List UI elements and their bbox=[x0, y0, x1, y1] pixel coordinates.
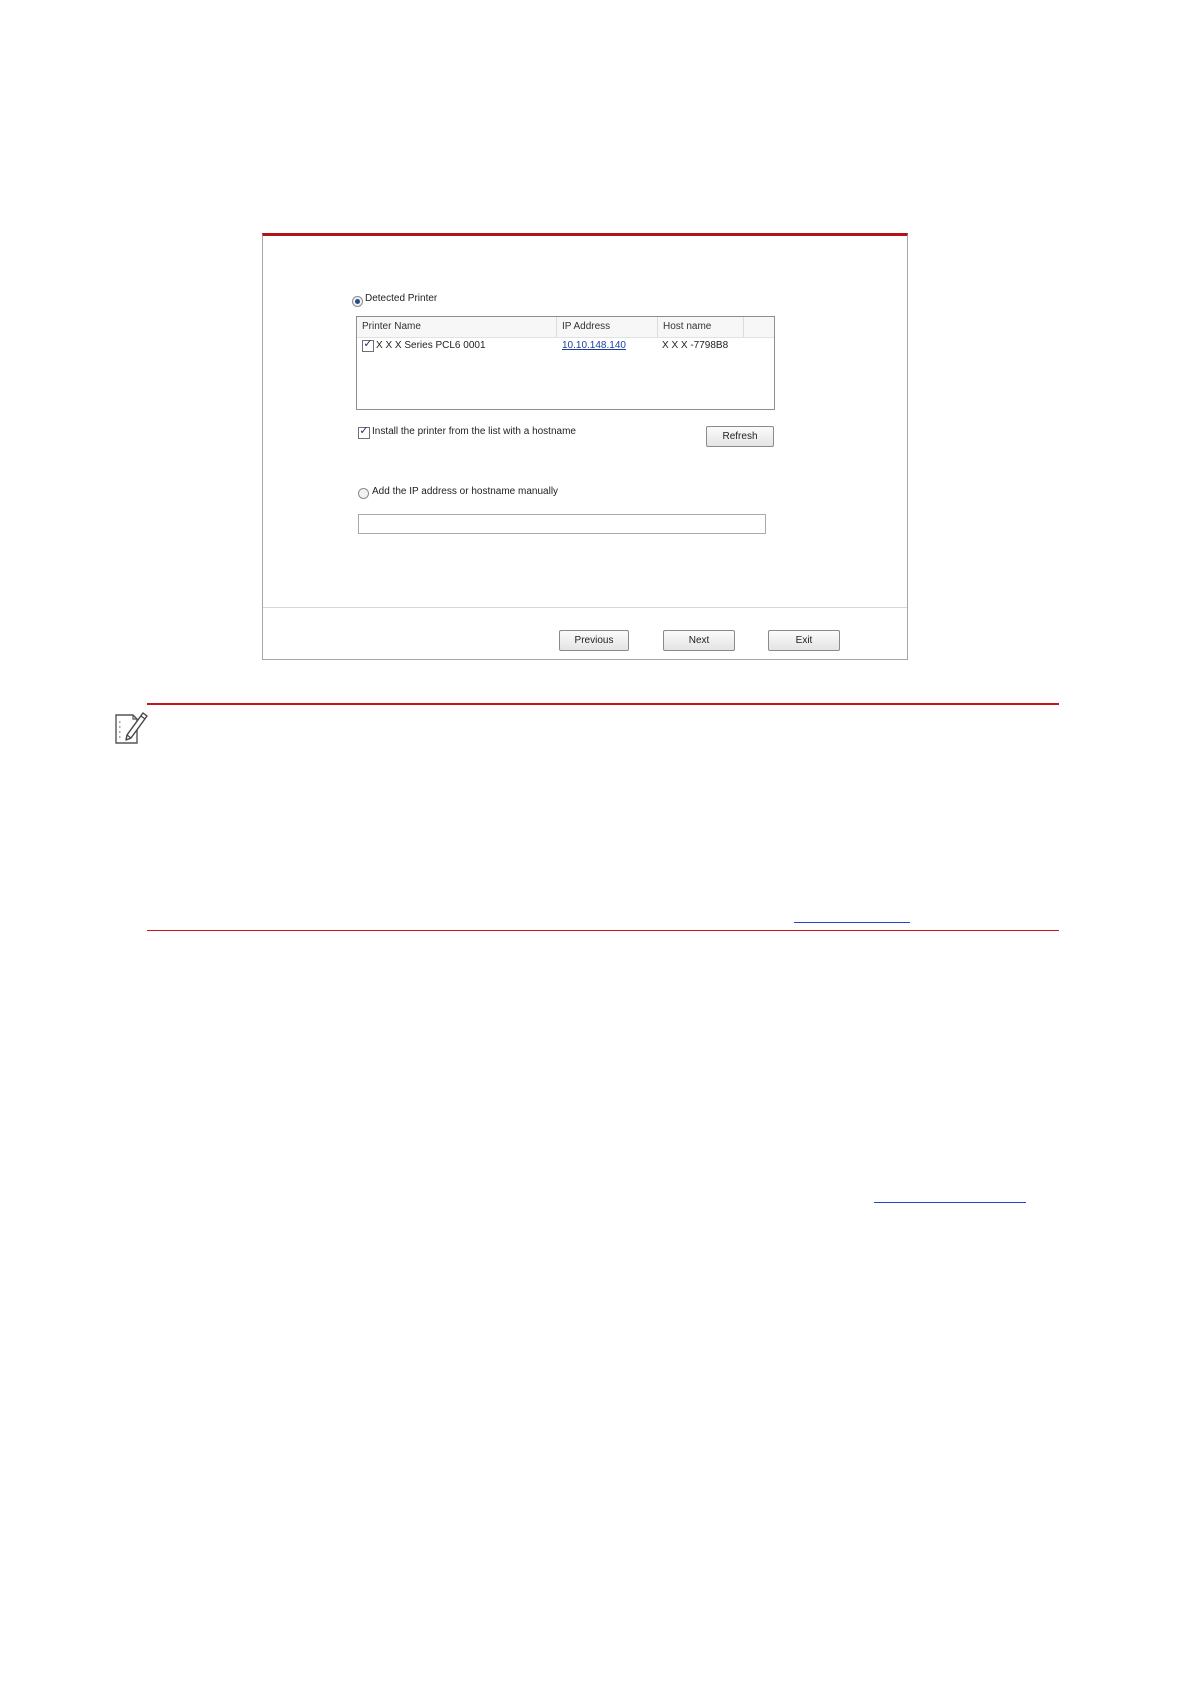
previous-button[interactable]: Previous bbox=[559, 630, 629, 651]
printer-list-header: Printer Name IP Address Host name bbox=[357, 317, 774, 338]
refresh-button[interactable]: Refresh bbox=[706, 426, 774, 447]
printer-list[interactable]: Printer Name IP Address Host name ✓ X X … bbox=[356, 316, 775, 410]
installer-dialog: Detected Printer Printer Name IP Address… bbox=[262, 233, 908, 660]
checkmark-icon: ✓ bbox=[359, 424, 369, 437]
note-link-underline[interactable] bbox=[794, 922, 910, 923]
body-link-underline[interactable] bbox=[874, 1202, 1026, 1203]
column-header-printer-name[interactable]: Printer Name bbox=[357, 317, 557, 337]
note-pencil-icon bbox=[115, 712, 148, 744]
next-button[interactable]: Next bbox=[663, 630, 735, 651]
dialog-footer-divider bbox=[263, 607, 907, 608]
detected-printer-radio[interactable] bbox=[352, 296, 363, 307]
row-checkbox[interactable]: ✓ bbox=[362, 337, 374, 352]
detected-printer-label: Detected Printer bbox=[365, 293, 438, 304]
row-printer-name: X X X Series PCL6 0001 bbox=[376, 340, 486, 351]
exit-button[interactable]: Exit bbox=[768, 630, 840, 651]
install-hostname-label: Install the printer from the list with a… bbox=[372, 426, 576, 437]
column-header-host-name[interactable]: Host name bbox=[658, 317, 744, 337]
row-host-name: X X X -7798B8 bbox=[662, 340, 729, 351]
checkmark-icon: ✓ bbox=[363, 337, 373, 350]
manual-address-radio[interactable] bbox=[358, 488, 369, 499]
column-header-ip-address[interactable]: IP Address bbox=[557, 317, 658, 337]
manual-address-input[interactable] bbox=[358, 514, 766, 534]
install-hostname-checkbox[interactable]: ✓ bbox=[358, 424, 370, 439]
row-ip-address-link[interactable]: 10.10.148.140 bbox=[562, 337, 626, 355]
note-bottom-rule bbox=[147, 930, 1059, 931]
note-top-rule bbox=[147, 703, 1059, 705]
manual-address-label: Add the IP address or hostname manually bbox=[372, 486, 559, 497]
